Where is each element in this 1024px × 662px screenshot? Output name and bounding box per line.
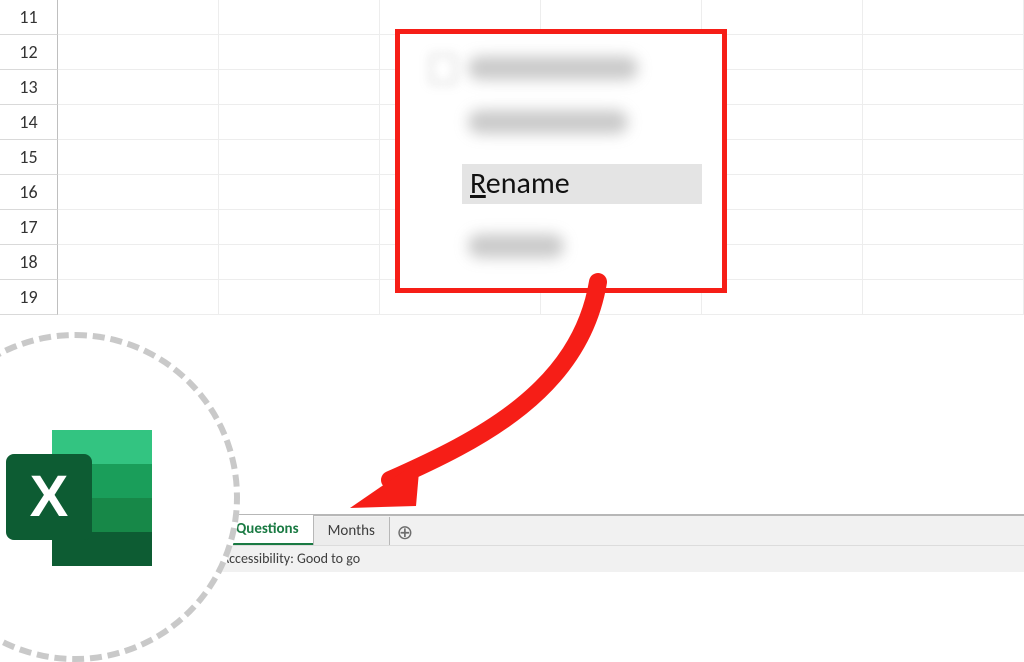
- row-header[interactable]: 13: [0, 70, 58, 105]
- row-header[interactable]: 18: [0, 245, 58, 280]
- add-sheet-button[interactable]: ⊕: [389, 518, 421, 546]
- row-header[interactable]: 12: [0, 35, 58, 70]
- menu-item-blurred: [468, 234, 564, 258]
- menu-item-rename[interactable]: Rename: [462, 164, 702, 204]
- context-menu-callout: Rename: [395, 29, 727, 293]
- rename-mnemonic: R: [470, 165, 486, 202]
- row-header[interactable]: 17: [0, 210, 58, 245]
- row-header[interactable]: 15: [0, 140, 58, 175]
- svg-text:X: X: [30, 464, 69, 529]
- row-header[interactable]: 16: [0, 175, 58, 210]
- row-header[interactable]: 11: [0, 0, 58, 35]
- status-bar: Accessibility: Good to go: [215, 545, 1024, 572]
- accessibility-status: Accessibility: Good to go: [221, 550, 360, 567]
- row-header-column: 11 12 13 14 15 16 17 18 19: [0, 0, 58, 315]
- menu-item-blurred: [468, 56, 638, 80]
- rename-rest: ename: [486, 165, 570, 202]
- menu-item-icon: [430, 54, 456, 84]
- sheet-tab-strip: Questions Months ⊕: [215, 514, 1024, 546]
- row-header[interactable]: 19: [0, 280, 58, 315]
- sheet-tab[interactable]: Months: [313, 517, 390, 546]
- excel-logo-icon: X: [0, 424, 160, 574]
- row-header[interactable]: 14: [0, 105, 58, 140]
- menu-item-blurred: [468, 110, 628, 134]
